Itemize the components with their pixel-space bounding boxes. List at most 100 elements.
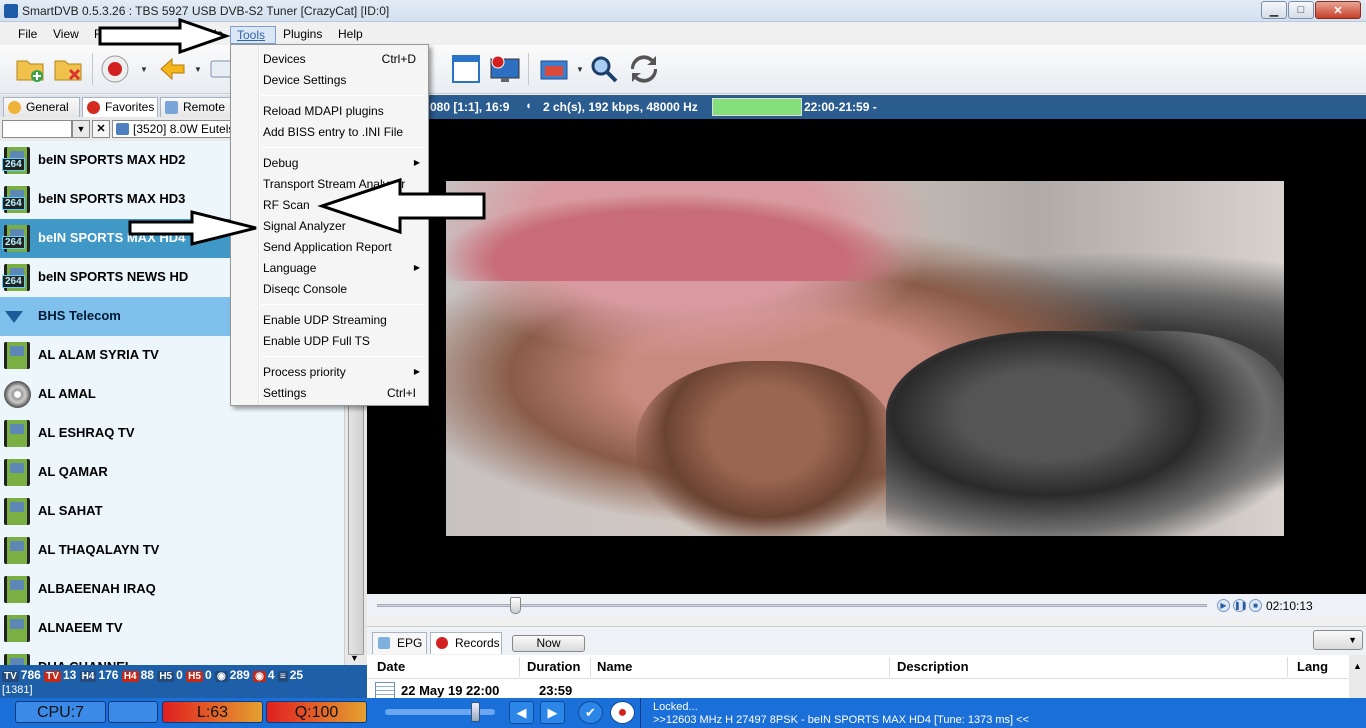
tuner-status: Locked... >>12603 MHz H 27497 8PSK - beI…: [640, 698, 1366, 728]
col-name[interactable]: Name: [597, 659, 632, 674]
menu-help[interactable]: Help: [332, 26, 369, 44]
menu-file[interactable]: File: [12, 26, 43, 44]
tab-general[interactable]: General: [3, 97, 80, 117]
channel-name: AL AMAL: [38, 386, 96, 401]
remote-display-icon[interactable]: [489, 53, 521, 85]
col-duration[interactable]: Duration: [527, 659, 580, 674]
radio-scrambled-count: 4: [267, 668, 275, 682]
menu-item-label: Enable UDP Streaming: [263, 313, 387, 327]
confirm-icon[interactable]: ✔: [578, 701, 603, 724]
tab-records[interactable]: Records: [430, 632, 502, 654]
filter-dropdown-button[interactable]: ▼: [72, 120, 90, 138]
playback-position: 02:10:13: [1266, 599, 1313, 613]
menu-item-process-priority[interactable]: Process priority ▶: [233, 362, 426, 383]
menu-item-enable-udp-full-ts[interactable]: Enable UDP Full TS: [233, 331, 426, 352]
tab-favorites[interactable]: Favorites: [82, 97, 158, 117]
close-button[interactable]: ✕: [1315, 1, 1361, 19]
prev-channel-icon[interactable]: ◀: [509, 701, 534, 724]
status-line-2: >>12603 MHz H 27497 8PSK - beIN SPORTS M…: [653, 714, 1030, 726]
col-description[interactable]: Description: [897, 659, 969, 674]
menu-item-diseqc-console[interactable]: Diseqc Console: [233, 279, 426, 300]
seek-thumb[interactable]: [509, 597, 521, 614]
satellite-selector[interactable]: [3520] 8.0W Eutelsat 8 West B: [112, 120, 237, 138]
menu-item-devices[interactable]: Devices Ctrl+D: [233, 49, 426, 70]
menu-frequencies[interactable]: Frequencies: [88, 26, 166, 44]
epg-dropdown-icon[interactable]: ▼: [576, 65, 584, 74]
submenu-arrow-icon: ▶: [413, 158, 420, 167]
scroll-up-icon[interactable]: ▲: [1353, 661, 1362, 671]
menu-item-add-biss-entry-to-ini-file[interactable]: Add BISS entry to .INI File: [233, 122, 426, 143]
open-folder-icon[interactable]: [14, 53, 46, 85]
menu-item-language[interactable]: Language ▶: [233, 258, 426, 279]
seek-bar[interactable]: [377, 604, 1207, 607]
channel-item[interactable]: ALNAEEM TV: [0, 609, 344, 648]
epg-window-icon[interactable]: [538, 53, 570, 85]
tab-remote-label: Remote: [183, 100, 226, 114]
collapse-triangle-icon[interactable]: [5, 311, 23, 323]
channel-item[interactable]: AL THAQALAYN TV: [0, 531, 344, 570]
window-icon[interactable]: [450, 53, 482, 85]
menu-channels[interactable]: Channels: [166, 26, 229, 44]
col-lang[interactable]: Lang: [1297, 659, 1328, 674]
menu-tools[interactable]: Tools: [230, 26, 276, 44]
menu-view[interactable]: View: [47, 26, 85, 44]
menu-item-device-settings[interactable]: Device Settings: [233, 70, 426, 91]
search-icon[interactable]: [588, 53, 620, 85]
back-dropdown-icon[interactable]: ▼: [194, 65, 202, 74]
video-area[interactable]: [367, 119, 1366, 594]
epg-row-date: 22 May 19 22:00: [401, 683, 500, 698]
tv-channel-icon: [4, 537, 30, 564]
pause-icon[interactable]: ❚❚: [1233, 599, 1247, 612]
signal-indicator: [712, 98, 802, 116]
channel-item[interactable]: AL ESHRAQ TV: [0, 414, 344, 453]
column-divider: [889, 657, 890, 677]
col-date[interactable]: Date: [377, 659, 405, 674]
epg-row[interactable]: 22 May 19 22:00 23:59: [367, 679, 1366, 699]
record-icon[interactable]: [99, 53, 131, 85]
record-dropdown-icon[interactable]: ▼: [140, 65, 148, 74]
radio-channel-icon: [4, 381, 31, 408]
refresh-icon[interactable]: [628, 53, 660, 85]
menu-item-label: Debug: [263, 156, 299, 170]
epg-filter-dropdown[interactable]: ▼: [1313, 630, 1363, 650]
tab-remote[interactable]: Remote: [160, 97, 232, 117]
stop-icon[interactable]: ■: [1249, 599, 1262, 612]
menu-item-rf-scan[interactable]: RF Scan: [233, 195, 426, 216]
record-status-icon[interactable]: ●: [610, 701, 635, 724]
menu-item-signal-analyzer[interactable]: Signal Analyzer: [233, 216, 426, 237]
tv-channel-icon: [4, 420, 30, 447]
epg-scrollbar[interactable]: ▲: [1349, 655, 1366, 699]
menu-item-enable-udp-streaming[interactable]: Enable UDP Streaming: [233, 310, 426, 331]
favorites-icon: [87, 101, 100, 114]
menu-item-send-application-report[interactable]: Send Application Report: [233, 237, 426, 258]
channel-item[interactable]: AL SAHAT: [0, 492, 344, 531]
clear-filter-button[interactable]: ✕: [92, 120, 110, 138]
h4-count-icon: H4: [79, 671, 97, 682]
data-count: 25: [289, 668, 304, 682]
back-icon[interactable]: [156, 53, 188, 85]
play-icon[interactable]: ▶: [1217, 599, 1230, 612]
menu-plugins[interactable]: Plugins: [277, 26, 328, 44]
toolbar-separator: [92, 53, 93, 85]
menu-item-settings[interactable]: Settings Ctrl+I: [233, 383, 426, 404]
column-divider: [519, 657, 520, 677]
channel-name: ALBAEENAH IRAQ: [38, 581, 156, 596]
menu-item-debug[interactable]: Debug ▶: [233, 153, 426, 174]
channel-item[interactable]: ALBAEENAH IRAQ: [0, 570, 344, 609]
records-icon: [436, 637, 448, 649]
delete-folder-icon[interactable]: [52, 53, 84, 85]
maximize-button[interactable]: □: [1288, 1, 1314, 19]
volume-knob[interactable]: [470, 702, 480, 722]
now-button[interactable]: Now: [512, 635, 585, 652]
scroll-down-icon[interactable]: ▼: [350, 653, 359, 663]
epg-header: Date Duration Name Description Lang: [367, 655, 1366, 679]
next-channel-icon[interactable]: ▶: [540, 701, 565, 724]
channel-item[interactable]: DUA CHANNEL: [0, 648, 344, 665]
menu-item-reload-mdapi-plugins[interactable]: Reload MDAPI plugins: [233, 101, 426, 122]
tab-epg[interactable]: EPG: [372, 632, 427, 654]
minimize-button[interactable]: ▁: [1261, 1, 1287, 19]
menu-item-transport-stream-analyzer[interactable]: Transport Stream Analyzer: [233, 174, 426, 195]
channel-filter-input[interactable]: [2, 120, 72, 138]
channel-item[interactable]: AL QAMAR: [0, 453, 344, 492]
channel-name: beIN SPORTS MAX HD4: [38, 230, 186, 245]
